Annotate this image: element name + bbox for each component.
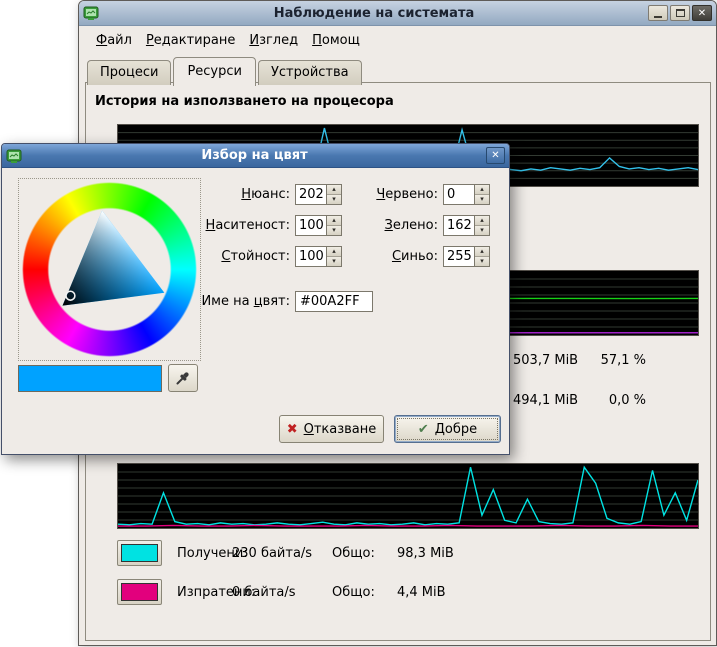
sent-total-label: Общо: (332, 585, 375, 600)
hsv-color-wheel[interactable] (18, 178, 201, 361)
sv-triangle[interactable] (19, 179, 200, 360)
green-up-button[interactable]: ▴ (475, 216, 489, 225)
color-picker-dialog: Избор на цвят ✕ Нюанс: ▴▾ (1, 143, 510, 455)
cancel-button-label: Отказване (304, 422, 377, 437)
red-input[interactable] (444, 185, 474, 204)
received-total: 98,3 MiB (397, 546, 454, 561)
cancel-button[interactable]: ✖ Отказване (279, 415, 384, 443)
color-name-input[interactable] (295, 291, 373, 312)
value-input[interactable] (296, 247, 326, 266)
color-name-label: Име на цвят: (18, 294, 290, 309)
main-window-title: Наблюдение на системата (104, 6, 644, 21)
blue-up-button[interactable]: ▴ (475, 247, 489, 256)
eyedropper-button[interactable] (168, 364, 198, 392)
received-total-label: Общо: (332, 546, 375, 561)
notebook-tabs: Процеси Ресурси Устройства (87, 56, 364, 85)
system-monitor-app-icon (83, 5, 100, 22)
close-button[interactable]: ✕ (692, 5, 712, 21)
green-input[interactable] (444, 216, 474, 235)
received-rate: 230 байта/s (232, 546, 312, 561)
tab-resources[interactable]: Ресурси (173, 57, 256, 86)
menu-edit[interactable]: Редактиране (146, 33, 235, 48)
maximize-button[interactable] (670, 5, 690, 21)
swap-used-percent: 0,0 % (576, 393, 646, 408)
red-label: Червено: (334, 187, 438, 202)
main-titlebar[interactable]: Наблюдение на системата ✕ (79, 1, 716, 26)
ok-button[interactable]: ✔ Добре (394, 415, 501, 443)
saturation-input[interactable] (296, 216, 326, 235)
red-spinbox[interactable]: ▴▾ (443, 184, 490, 205)
green-down-button[interactable]: ▾ (475, 225, 489, 235)
sent-color-swatch (121, 583, 158, 601)
green-label: Зелено: (334, 218, 438, 233)
swap-used-value: 494,1 MiB (513, 393, 578, 408)
maximize-icon (676, 9, 685, 17)
cancel-icon: ✖ (287, 422, 298, 437)
menu-file[interactable]: Файл (96, 33, 132, 48)
dialog-title: Избор на цвят (27, 148, 482, 163)
ok-icon: ✔ (418, 422, 429, 437)
minimize-button[interactable] (648, 5, 668, 21)
menubar: Файл Редактиране Изглед Помощ (79, 27, 716, 54)
memory-used-percent: 57,1 % (576, 353, 646, 368)
sent-color-button[interactable] (117, 579, 162, 605)
menu-help[interactable]: Помощ (312, 33, 360, 48)
dialog-titlebar[interactable]: Избор на цвят ✕ (2, 144, 509, 168)
blue-spinbox[interactable]: ▴▾ (443, 246, 490, 267)
minimize-icon (654, 16, 662, 18)
value-label: Стойност: (180, 249, 290, 264)
received-color-button[interactable] (117, 540, 162, 566)
blue-input[interactable] (444, 247, 474, 266)
blue-label: Синьо: (334, 249, 438, 264)
blue-down-button[interactable]: ▾ (475, 256, 489, 266)
color-preview-swatch (18, 365, 162, 392)
hue-input[interactable] (296, 185, 326, 204)
red-down-button[interactable]: ▾ (475, 194, 489, 204)
green-spinbox[interactable]: ▴▾ (443, 215, 490, 236)
tab-processes[interactable]: Процеси (87, 60, 171, 85)
menu-view[interactable]: Изглед (249, 33, 298, 48)
saturation-label: Наситеност: (180, 218, 290, 233)
tab-devices[interactable]: Устройства (258, 60, 362, 85)
cpu-section-title: История на използването на процесора (95, 94, 394, 109)
red-up-button[interactable]: ▴ (475, 185, 489, 194)
sent-total: 4,4 MiB (397, 585, 446, 600)
eyedropper-icon (175, 370, 191, 386)
dialog-close-button[interactable]: ✕ (486, 147, 505, 164)
dialog-app-icon (6, 147, 23, 164)
network-history-graph (117, 463, 699, 529)
ok-button-label: Добре (435, 422, 477, 437)
hue-label: Нюанс: (180, 187, 290, 202)
memory-used-value: 503,7 MiB (513, 353, 578, 368)
sent-rate: 0 байта/s (232, 585, 296, 600)
received-color-swatch (121, 544, 158, 562)
